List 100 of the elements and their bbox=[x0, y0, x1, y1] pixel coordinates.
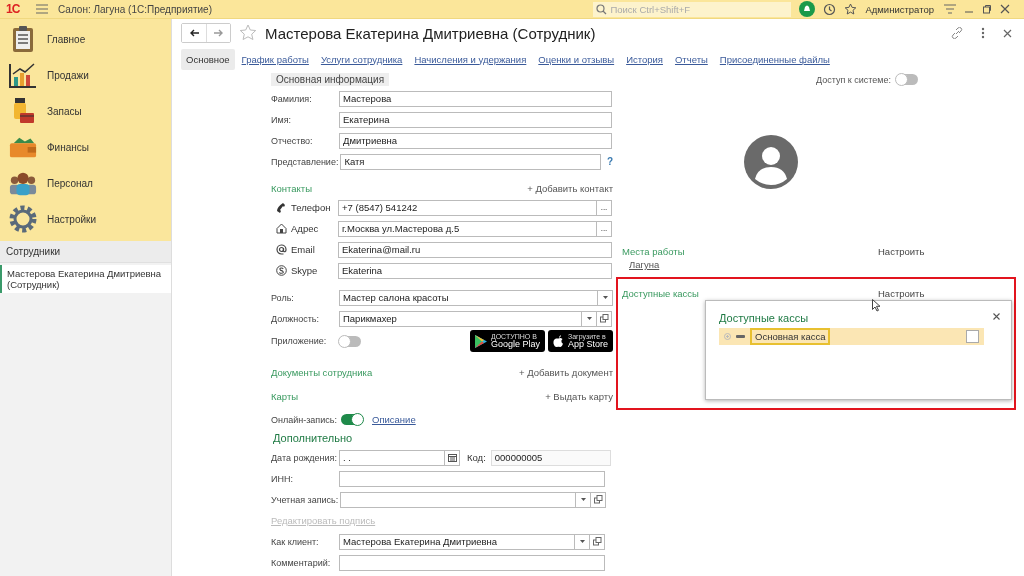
avatar-icon[interactable] bbox=[744, 135, 798, 189]
store-name: App Store bbox=[567, 340, 608, 349]
toggle-switch[interactable] bbox=[341, 414, 363, 425]
field-label: Дата рождения: bbox=[271, 452, 338, 463]
close-icon[interactable] bbox=[1000, 4, 1010, 14]
text-field[interactable]: +7 (8547) 541242 bbox=[338, 199, 597, 216]
form-title: Мастерова Екатерина Дмитриевна (Сотрудник) bbox=[265, 24, 596, 42]
search-field[interactable]: Поиск Ctrl+Shift+F bbox=[593, 1, 792, 17]
arrow-left-icon bbox=[189, 29, 199, 37]
caret-icon bbox=[578, 539, 586, 544]
dropdown-button[interactable] bbox=[582, 310, 597, 327]
history-icon[interactable] bbox=[823, 2, 837, 16]
caret-icon bbox=[585, 316, 593, 321]
star-icon[interactable] bbox=[844, 2, 858, 16]
ellipsis-button[interactable]: ... bbox=[597, 220, 612, 237]
app-title: Салон: Лагуна (1С:Предприятие) bbox=[58, 3, 212, 15]
field-label: Отчество: bbox=[271, 135, 314, 146]
section-item[interactable]: Запасы bbox=[0, 93, 171, 129]
setup-link[interactable]: Настроить bbox=[878, 245, 925, 257]
dropdown-button[interactable] bbox=[598, 289, 613, 306]
open-window-item[interactable]: Мастерова Екатерина Дмитриевна (Сотрудник) bbox=[0, 265, 171, 293]
select-field[interactable]: Парикмахер bbox=[339, 310, 582, 327]
select-field[interactable]: Мастер салона красоты bbox=[339, 289, 598, 306]
text-field[interactable]: Мастерова bbox=[339, 90, 612, 107]
caret-icon bbox=[579, 497, 587, 502]
group-title: Документы сотрудника bbox=[271, 366, 373, 378]
search-icon bbox=[596, 3, 608, 15]
field-label: Приложение: bbox=[271, 336, 328, 346]
close-icon[interactable] bbox=[1003, 28, 1012, 38]
field-label: Имя: bbox=[271, 114, 293, 125]
section-item[interactable]: Персонал bbox=[0, 165, 171, 201]
ellipsis-button[interactable]: ... bbox=[597, 199, 612, 216]
windows-icon bbox=[592, 537, 602, 546]
windows-icon bbox=[593, 495, 603, 504]
text-field[interactable]: г.Москва ул.Мастерова д.5 bbox=[338, 220, 597, 237]
at-sign-icon bbox=[275, 244, 287, 255]
tab[interactable]: Оценки и отзывы bbox=[533, 48, 620, 70]
toggle-switch[interactable] bbox=[896, 74, 918, 85]
add-link[interactable]: + Добавить контакт bbox=[527, 182, 613, 194]
skype-icon bbox=[275, 265, 287, 276]
more-icon[interactable] bbox=[981, 27, 985, 39]
gear-icon bbox=[9, 205, 37, 233]
apple-icon bbox=[552, 334, 564, 348]
table-cell: Основная касса bbox=[750, 328, 831, 345]
field-label: Код: bbox=[467, 452, 486, 463]
section-item[interactable]: Настройки bbox=[0, 201, 171, 237]
date-field[interactable]: . . bbox=[339, 449, 445, 466]
tab[interactable]: Присоединенные файлы bbox=[714, 48, 835, 70]
field-label: Онлайн-запись: bbox=[271, 414, 338, 425]
field-label: Фамилия: bbox=[271, 93, 313, 104]
text-field[interactable]: 000000005 bbox=[490, 449, 611, 466]
description-link[interactable]: Описание bbox=[372, 414, 416, 425]
menu-icon[interactable] bbox=[36, 4, 48, 14]
toggle-switch[interactable] bbox=[339, 335, 361, 347]
setup-link[interactable]: Настроить bbox=[878, 287, 925, 299]
text-field[interactable]: Катя bbox=[340, 153, 601, 170]
filter-icon[interactable] bbox=[944, 4, 956, 14]
list-row[interactable]: Основная касса bbox=[719, 328, 984, 345]
text-field[interactable] bbox=[339, 470, 605, 487]
tab[interactable]: График работы bbox=[236, 48, 314, 70]
text-field[interactable]: Ekaterina@mail.ru bbox=[338, 241, 612, 258]
close-icon[interactable] bbox=[993, 313, 1000, 320]
add-link[interactable]: + Добавить документ bbox=[519, 366, 613, 378]
restore-icon[interactable] bbox=[982, 4, 992, 14]
tab[interactable]: История bbox=[621, 48, 668, 70]
section-item[interactable]: Финансы bbox=[0, 129, 171, 165]
phone-icon bbox=[276, 202, 286, 213]
open-button[interactable] bbox=[591, 491, 607, 508]
tab[interactable]: Начисления и удержания bbox=[409, 48, 532, 70]
field-label: Должность: bbox=[271, 313, 321, 324]
open-button[interactable] bbox=[590, 533, 605, 550]
calendar-button[interactable] bbox=[445, 449, 460, 466]
link-icon[interactable] bbox=[951, 27, 963, 39]
tab[interactable]: Отчеты bbox=[669, 48, 713, 70]
user-name[interactable]: Администратор bbox=[865, 3, 934, 15]
dropdown-button[interactable] bbox=[576, 491, 592, 508]
checkbox[interactable] bbox=[966, 330, 979, 343]
group-title: Места работы bbox=[622, 245, 686, 257]
select-field[interactable] bbox=[340, 491, 577, 508]
bell-icon[interactable] bbox=[799, 1, 816, 17]
star-icon[interactable] bbox=[239, 24, 257, 42]
section-item[interactable]: Главное bbox=[0, 21, 171, 57]
dropdown-button[interactable] bbox=[575, 533, 590, 550]
text-field[interactable]: Ekaterina bbox=[338, 262, 612, 279]
tab[interactable]: Услуги сотрудника bbox=[315, 48, 408, 70]
workplace-link[interactable]: Лагуна bbox=[629, 259, 660, 274]
open-windows-header: Сотрудники bbox=[0, 241, 171, 263]
text-field[interactable]: Екатерина bbox=[339, 111, 612, 128]
add-link[interactable]: + Выдать карту bbox=[545, 390, 613, 402]
select-field[interactable]: Мастерова Екатерина Дмитриевна bbox=[339, 533, 575, 550]
chart-icon bbox=[9, 62, 37, 88]
contact-label: Skype bbox=[291, 265, 319, 276]
tab[interactable]: Основное bbox=[181, 48, 235, 70]
caret-icon bbox=[601, 295, 609, 300]
section-item[interactable]: Продажи bbox=[0, 57, 171, 93]
open-button[interactable] bbox=[597, 310, 612, 327]
text-field[interactable] bbox=[339, 554, 605, 571]
people-icon bbox=[9, 170, 37, 196]
text-field[interactable]: Дмитриевна bbox=[339, 132, 612, 149]
help-link[interactable]: ? bbox=[606, 156, 613, 167]
